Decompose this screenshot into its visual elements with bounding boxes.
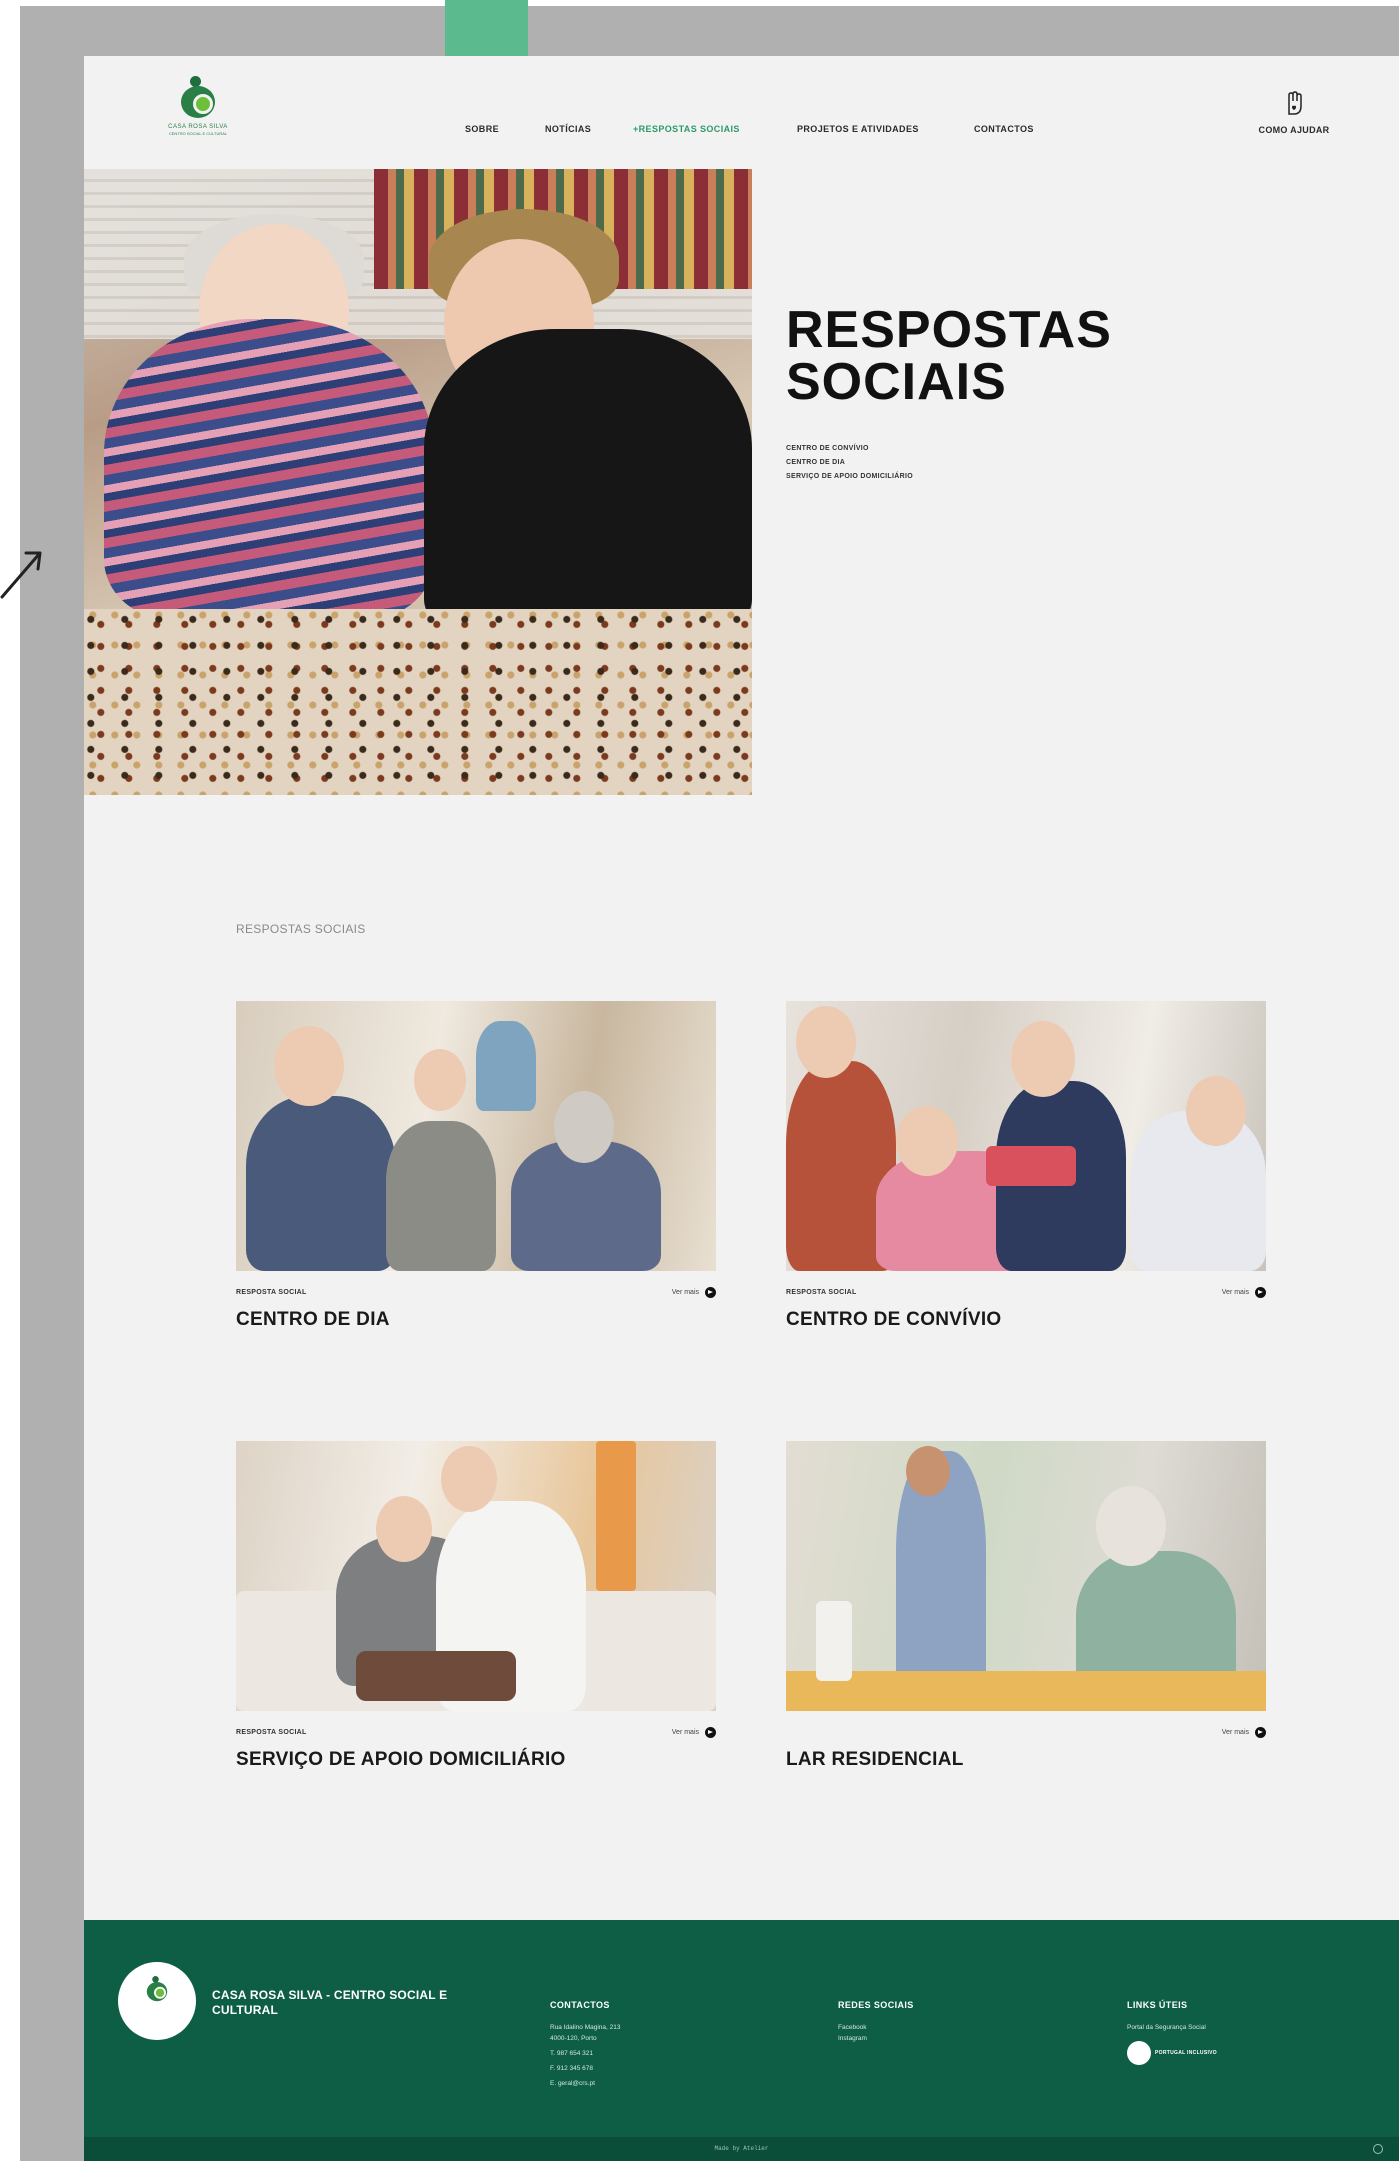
hand-heart-icon xyxy=(1288,91,1302,115)
card-apoio-domiciliario[interactable]: RESPOSTA SOCIAL Ver mais SERVIÇO DE APOI… xyxy=(236,1441,716,1771)
card-title[interactable]: CENTRO DE DIA xyxy=(236,1309,716,1331)
arrow-right-icon xyxy=(705,1727,716,1738)
footer-bar: Made by Atelier xyxy=(84,2137,1399,2161)
ver-mais-link[interactable]: Ver mais xyxy=(1222,1287,1266,1298)
card-kicker: RESPOSTA SOCIAL xyxy=(236,1289,307,1296)
ver-mais-link[interactable]: Ver mais xyxy=(672,1727,716,1738)
hero-link-centro-convivio[interactable]: CENTRO DE CONVÍVIO xyxy=(786,442,913,456)
hero-link-apoio-domiciliario[interactable]: SERVIÇO DE APOIO DOMICILIÁRIO xyxy=(786,470,913,484)
frame-top xyxy=(20,6,1399,56)
footer-phone[interactable]: T. 987 654 321 xyxy=(550,2048,620,2059)
footer-fax: F. 912 345 678 xyxy=(550,2065,594,2072)
nav-item-contactos[interactable]: CONTACTOS xyxy=(974,124,1034,134)
arrow-right-icon xyxy=(705,1287,716,1298)
card-lar-residencial[interactable]: Ver mais LAR RESIDENCIAL xyxy=(786,1441,1266,1771)
logo-mark-icon xyxy=(175,76,221,120)
card-image[interactable] xyxy=(236,1001,716,1271)
site-footer: CASA ROSA SILVA - CENTRO SOCIAL E CULTUR… xyxy=(84,1920,1399,2161)
arrow-right-icon xyxy=(1255,1287,1266,1298)
footer-email[interactable]: E. geral@crs.pt xyxy=(550,2078,620,2089)
partner-circle-icon xyxy=(1127,2041,1151,2065)
section-label: RESPOSTAS SOCIAIS xyxy=(236,922,366,936)
footer-link-instagram[interactable]: Instagram xyxy=(838,2033,914,2044)
partner-logo[interactable]: PORTUGAL INCLUSIVO xyxy=(1127,2041,1217,2065)
hero-links: CENTRO DE CONVÍVIO CENTRO DE DIA SERVIÇO… xyxy=(786,442,913,484)
card-image[interactable] xyxy=(236,1441,716,1711)
footer-logo[interactable] xyxy=(118,1962,196,2040)
logo-tagline: CENTRO SOCIAL E CULTURAL xyxy=(168,131,228,136)
card-centro-convivio[interactable]: RESPOSTA SOCIAL Ver mais CENTRO DE CONVÍ… xyxy=(786,1001,1266,1331)
card-centro-dia[interactable]: RESPOSTA SOCIAL Ver mais CENTRO DE DIA xyxy=(236,1001,716,1331)
made-by[interactable]: Made by Atelier xyxy=(84,2145,1399,2152)
footer-social-heading: REDES SOCIAIS xyxy=(838,2000,914,2010)
footer-links: LINKS ÚTEIS Portal da Segurança Social P… xyxy=(1127,2000,1217,2065)
footer-links-heading: LINKS ÚTEIS xyxy=(1127,2000,1188,2010)
card-title[interactable]: LAR RESIDENCIAL xyxy=(786,1749,1266,1771)
page: CASA ROSA SILVA CENTRO SOCIAL E CULTURAL… xyxy=(84,56,1399,2161)
card-title[interactable]: SERVIÇO DE APOIO DOMICILIÁRIO xyxy=(236,1749,716,1771)
footer-address-line2: 4000-120, Porto xyxy=(550,2035,597,2042)
help-link[interactable]: COMO AJUDAR xyxy=(1249,90,1339,135)
footer-link-seguranca-social[interactable]: Portal da Segurança Social xyxy=(1127,2022,1217,2033)
page-title: RESPOSTAS SOCIAIS xyxy=(786,301,1112,411)
arrow-icon xyxy=(0,551,42,599)
card-kicker: RESPOSTA SOCIAL xyxy=(236,1729,307,1736)
hero-link-centro-dia[interactable]: CENTRO DE DIA xyxy=(786,456,913,470)
footer-org-name: CASA ROSA SILVA - CENTRO SOCIAL E CULTUR… xyxy=(212,1988,448,2017)
hero-image xyxy=(84,169,752,795)
ver-mais-link[interactable]: Ver mais xyxy=(1222,1727,1266,1738)
card-kicker: RESPOSTA SOCIAL xyxy=(786,1289,857,1296)
settings-icon[interactable] xyxy=(1373,2144,1383,2154)
footer-address-line1: Rua Idalino Magina, 213 xyxy=(550,2024,621,2031)
partner-name: PORTUGAL INCLUSIVO xyxy=(1155,2049,1217,2056)
footer-contacts: CONTACTOS Rua Idalino Magina, 213 4000-1… xyxy=(550,2000,620,2089)
card-image[interactable] xyxy=(786,1001,1266,1271)
nav-item-sobre[interactable]: SOBRE xyxy=(465,124,499,134)
nav-item-projetos[interactable]: PROJETOS E ATIVIDADES xyxy=(797,124,919,134)
arrow-right-icon xyxy=(1255,1727,1266,1738)
footer-social: REDES SOCIAIS Facebook Instagram xyxy=(838,2000,914,2044)
logo-mark-icon xyxy=(143,1976,171,2002)
footer-link-facebook[interactable]: Facebook xyxy=(838,2022,914,2033)
card-image[interactable] xyxy=(786,1441,1266,1711)
card-title[interactable]: CENTRO DE CONVÍVIO xyxy=(786,1309,1266,1331)
nav-item-noticias[interactable]: NOTÍCIAS xyxy=(545,124,591,134)
help-label: COMO AJUDAR xyxy=(1258,125,1330,135)
frame-tab xyxy=(445,0,528,56)
ver-mais-link[interactable]: Ver mais xyxy=(672,1287,716,1298)
logo-name: CASA ROSA SILVA xyxy=(168,124,228,130)
site-logo[interactable]: CASA ROSA SILVA CENTRO SOCIAL E CULTURAL xyxy=(152,76,244,146)
frame-left xyxy=(20,6,84,2161)
nav-item-respostas-sociais[interactable]: +RESPOSTAS SOCIAIS xyxy=(633,124,740,134)
footer-contacts-heading: CONTACTOS xyxy=(550,2000,610,2010)
